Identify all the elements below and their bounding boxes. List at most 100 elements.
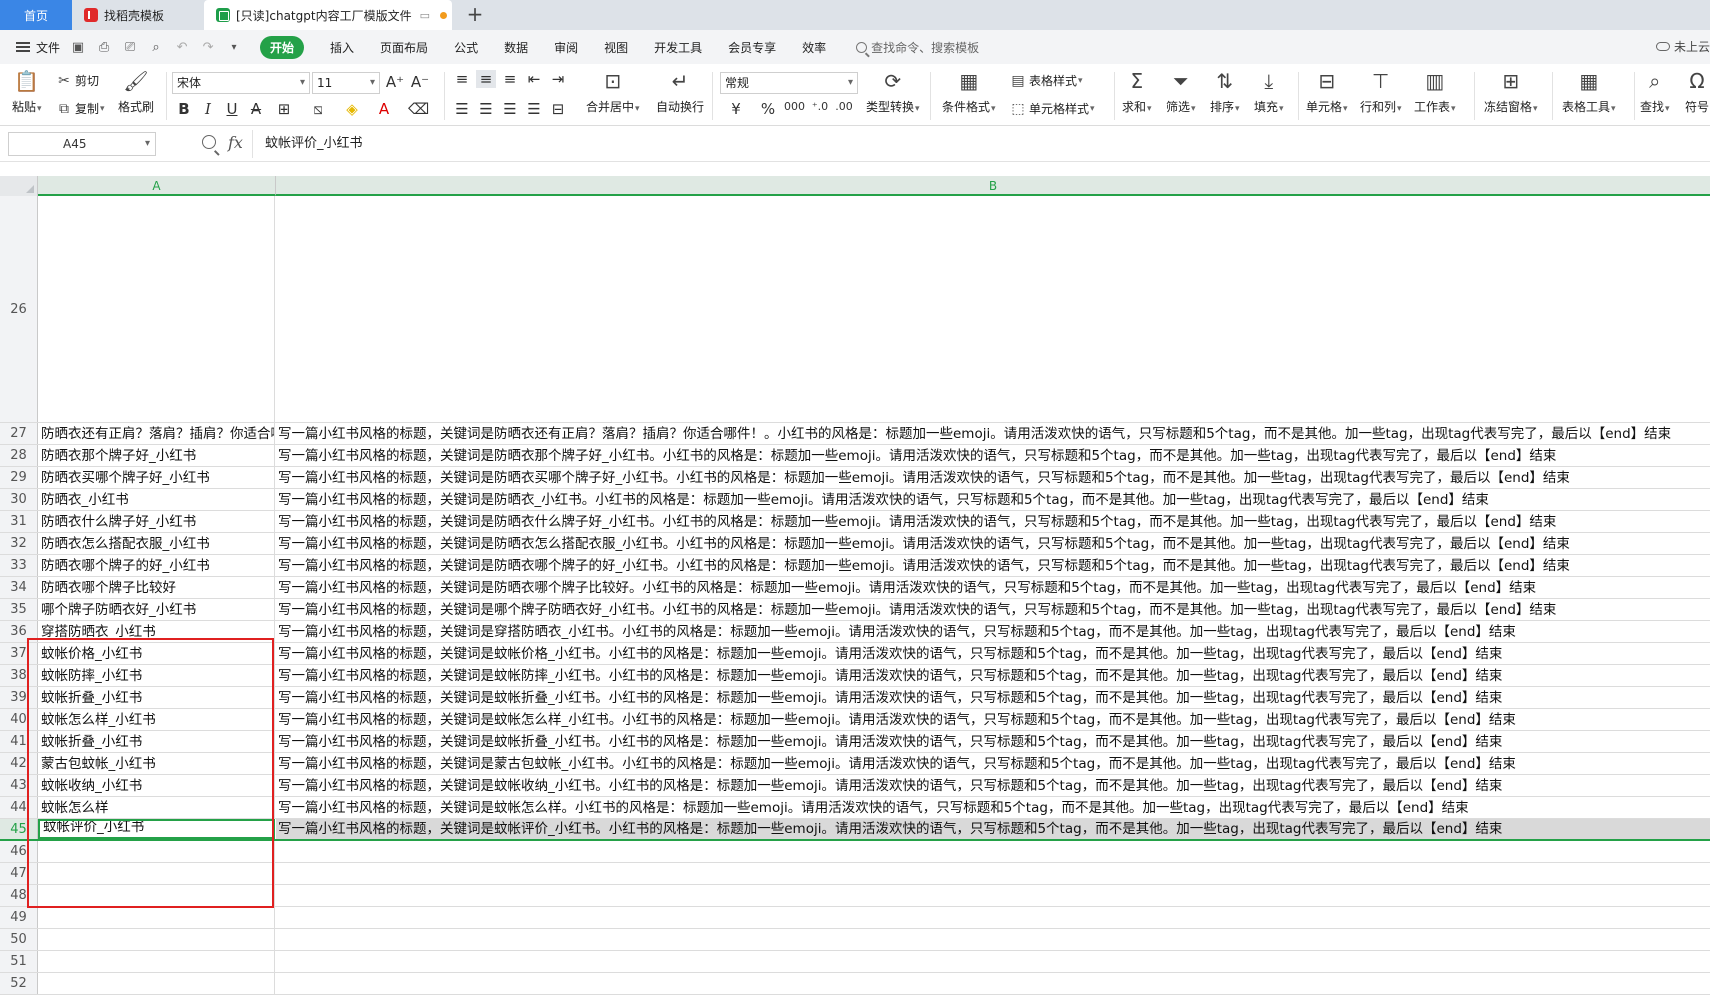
cell-b[interactable]: 写一篇小红书风格的标题，关键词是防晒衣买哪个牌子好_小红书。小红书的风格是：标题…	[276, 467, 1710, 488]
command-search[interactable]: 查找命令、搜索模板	[856, 39, 979, 56]
cell-b[interactable]: 写一篇小红书风格的标题，关键词是防晒衣那个牌子好_小红书。小红书的风格是：标题加…	[276, 445, 1710, 466]
cell-a[interactable]: 防晒衣哪个牌子比较好	[38, 577, 275, 598]
print-icon[interactable]: ⎚	[122, 39, 138, 55]
cell-a[interactable]: 防晒衣哪个牌子的好_小红书	[38, 555, 275, 576]
menu-developer[interactable]: 开发工具	[654, 39, 702, 56]
cell-b[interactable]	[276, 929, 1710, 950]
cell-a[interactable]: 防晒衣买哪个牌子好_小红书	[38, 467, 275, 488]
percent-icon[interactable]: %	[758, 100, 778, 118]
align-left-icon[interactable]: ☰	[452, 100, 472, 118]
number-format-select[interactable]: 常规	[720, 72, 858, 94]
redo-icon[interactable]: ↷	[200, 39, 216, 55]
row-number[interactable]: 50	[0, 929, 38, 950]
cut-button[interactable]: ✂ 剪切	[56, 72, 99, 89]
tab-templates[interactable]: 找稻壳模板	[72, 0, 202, 30]
cell-b[interactable]	[276, 196, 1710, 422]
tab-document[interactable]: [只读]chatgpt内容工厂模版文件 ▭	[204, 0, 452, 30]
cell-b[interactable]	[276, 885, 1710, 906]
row-number[interactable]: 27	[0, 423, 38, 444]
sum-button[interactable]: Σ 求和▾	[1122, 68, 1152, 115]
cloud-status[interactable]: 未上云	[1655, 38, 1710, 55]
row-number[interactable]: 44	[0, 797, 38, 818]
freeze-panes-button[interactable]: ⊞ 冻结窗格▾	[1484, 68, 1538, 115]
cell-b[interactable]: 写一篇小红书风格的标题，关键词是哪个牌子防晒衣好_小红书。小红书的风格是：标题加…	[276, 599, 1710, 620]
cell-style-button[interactable]: ⬚ 单元格样式 ▾	[1010, 100, 1094, 117]
align-center-icon[interactable]: ☰	[476, 100, 496, 118]
decrease-font-icon[interactable]: A⁻	[410, 73, 430, 91]
cell-a[interactable]: 蚊帐怎么样_小红书	[38, 709, 275, 730]
row-number[interactable]: 33	[0, 555, 38, 576]
menu-data[interactable]: 数据	[504, 39, 528, 56]
function-icon[interactable]: fx	[228, 133, 243, 152]
copy-button[interactable]: ⧉ 复制 ▾	[56, 100, 105, 117]
cell-b[interactable]: 写一篇小红书风格的标题，关键词是防晒衣哪个牌子的好_小红书。小红书的风格是：标题…	[276, 555, 1710, 576]
cell-a[interactable]: 防晒衣_小红书	[38, 489, 275, 510]
cell-b[interactable]	[276, 841, 1710, 862]
row-number[interactable]: 43	[0, 775, 38, 796]
row-number[interactable]: 36	[0, 621, 38, 642]
align-right-icon[interactable]: ☰	[500, 100, 520, 118]
cell-a[interactable]: 穿搭防晒衣_小红书	[38, 621, 275, 642]
new-tab-button[interactable]: +	[462, 2, 488, 28]
row-number[interactable]: 34	[0, 577, 38, 598]
cell-a[interactable]: 蚊帐怎么样	[38, 797, 275, 818]
cell-b[interactable]: 写一篇小红书风格的标题，关键词是蚊帐收纳_小红书。小红书的风格是：标题加一些em…	[276, 775, 1710, 796]
cell-b[interactable]: 写一篇小红书风格的标题，关键词是蒙古包蚊帐_小红书。小红书的风格是：标题加一些e…	[276, 753, 1710, 774]
row-number[interactable]: 30	[0, 489, 38, 510]
row-number[interactable]: 39	[0, 687, 38, 708]
chevron-down-icon[interactable]: ▾	[226, 39, 242, 55]
fill-color-icon[interactable]: ◈	[342, 100, 362, 118]
cell-b[interactable]	[276, 951, 1710, 972]
conditional-format-button[interactable]: ▦ 条件格式▾	[942, 68, 996, 115]
cell-a[interactable]	[38, 907, 275, 928]
cell-b[interactable]: 写一篇小红书风格的标题，关键词是蚊帐怎么样。小红书的风格是：标题加一些emoji…	[276, 797, 1710, 818]
cell-a[interactable]: 哪个牌子防晒衣好_小红书	[38, 599, 275, 620]
clear-format-icon[interactable]: ⌫	[408, 100, 429, 118]
cell-a[interactable]: 防晒衣怎么搭配衣服_小红书	[38, 533, 275, 554]
row-number[interactable]: 32	[0, 533, 38, 554]
menu-formula[interactable]: 公式	[454, 39, 478, 56]
row-number[interactable]: 45	[0, 819, 38, 839]
menu-review[interactable]: 审阅	[554, 39, 578, 56]
find-button[interactable]: ⌕ 查找▾	[1640, 68, 1670, 115]
cell-a[interactable]	[38, 929, 275, 950]
wrap-text-button[interactable]: ↵ 自动换行	[656, 68, 704, 115]
cell-b[interactable]: 写一篇小红书风格的标题，关键词是蚊帐怎么样_小红书。小红书的风格是：标题加一些e…	[276, 709, 1710, 730]
cell-a[interactable]: 防晒衣还有正肩？落肩？插肩？你适合哪件！_小红书	[38, 423, 275, 444]
print-preview-icon[interactable]: ⌕	[148, 39, 164, 55]
cell-a[interactable]	[38, 951, 275, 972]
cell-button[interactable]: ⊟ 单元格▾	[1306, 68, 1348, 115]
cell-b[interactable]: 写一篇小红书风格的标题，关键词是防晒衣什么牌子好_小红书。小红书的风格是：标题加…	[276, 511, 1710, 532]
cell-b[interactable]: 写一篇小红书风格的标题，关键词是蚊帐评价_小红书。小红书的风格是：标题加一些em…	[276, 819, 1710, 839]
menu-page-layout[interactable]: 页面布局	[380, 39, 428, 56]
row-number[interactable]: 51	[0, 951, 38, 972]
merge-center-button[interactable]: ⊡ 合并居中▾	[586, 68, 640, 115]
undo-icon[interactable]: ↶	[174, 39, 190, 55]
thousands-icon[interactable]: 000	[784, 100, 805, 113]
align-middle-icon[interactable]: ≡	[476, 70, 496, 88]
row-column-button[interactable]: ⊤ 行和列▾	[1360, 68, 1402, 115]
row-number[interactable]: 40	[0, 709, 38, 730]
cell-b[interactable]	[276, 863, 1710, 884]
cell-a[interactable]	[38, 196, 275, 422]
row-number[interactable]: 47	[0, 863, 38, 884]
cell-b[interactable]: 写一篇小红书风格的标题，关键词是蚊帐价格_小红书。小红书的风格是：标题加一些em…	[276, 643, 1710, 664]
cell-b[interactable]: 写一篇小红书风格的标题，关键词是穿搭防晒衣_小红书。小红书的风格是：标题加一些e…	[276, 621, 1710, 642]
cell-b[interactable]: 写一篇小红书风格的标题，关键词是防晒衣哪个牌子比较好。小红书的风格是：标题加一些…	[276, 577, 1710, 598]
row-number[interactable]: 48	[0, 885, 38, 906]
active-cell[interactable]: 蚊帐评价_小红书	[38, 819, 275, 839]
cell-a[interactable]: 防晒衣那个牌子好_小红书	[38, 445, 275, 466]
file-menu[interactable]: 文件	[16, 39, 60, 56]
column-header-a[interactable]: A	[38, 176, 276, 196]
row-number[interactable]: 49	[0, 907, 38, 928]
row-number[interactable]: 29	[0, 467, 38, 488]
row-number[interactable]: 31	[0, 511, 38, 532]
border-icon[interactable]: ⊞	[274, 100, 294, 118]
currency-icon[interactable]: ¥	[726, 100, 746, 118]
increase-font-icon[interactable]: A⁺	[385, 73, 405, 91]
name-box[interactable]: A45	[8, 132, 156, 156]
filter-button[interactable]: ⏷ 筛选▾	[1166, 68, 1196, 115]
menu-start[interactable]: 开始	[260, 35, 305, 59]
decrease-decimal-icon[interactable]: .00	[834, 100, 854, 113]
cell-b[interactable]: 写一篇小红书风格的标题，关键词是防晒衣还有正肩？落肩？插肩？你适合哪件！。小红书…	[276, 423, 1710, 444]
